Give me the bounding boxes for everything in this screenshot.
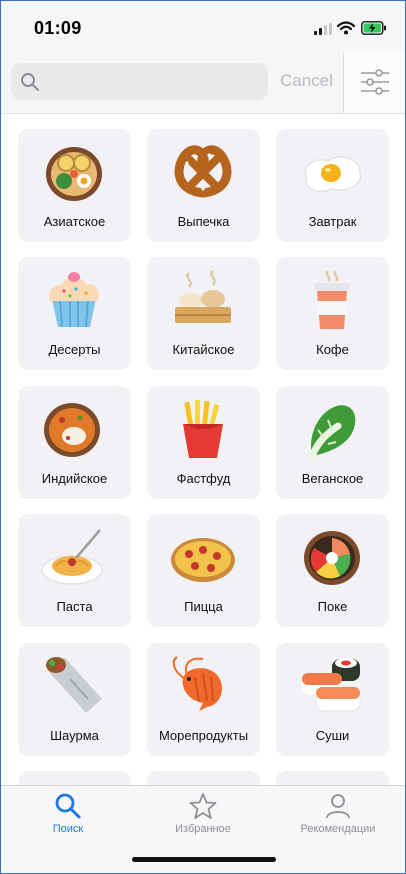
category-tile-seafood[interactable]: Морепродукты [147,643,260,756]
wifi-icon [337,21,355,35]
fries-icon [183,400,223,458]
cupcake-icon [49,272,99,328]
category-tile-indian[interactable]: Индийское [18,386,131,499]
category-tile-pizza[interactable]: Пицца [147,514,260,627]
tab-favorites[interactable]: Избранное [136,786,270,846]
sushi-icon [302,658,361,712]
app-screen: 01:09 Cancel Азиатское Выпечка Завтрак Д… [0,0,406,874]
sliders-icon [361,69,389,95]
category-tile-partial[interactable] [147,771,260,785]
category-tile-shawarma[interactable]: Шаурма [18,643,131,756]
category-tile-vegan[interactable]: Веганское [276,386,389,499]
search-field[interactable] [11,63,268,100]
search-icon [55,793,81,819]
category-label: Морепродукты [158,728,249,743]
cancel-button[interactable]: Cancel [280,71,333,91]
poke-bowl-icon [304,531,360,585]
tab-label: Рекомендации [300,823,376,835]
category-label: Выпечка [177,214,230,229]
curry-bowl-icon [44,403,100,457]
category-tile-sushi[interactable]: Суши [276,643,389,756]
filter-button[interactable] [343,53,405,113]
cabbage-icon [308,405,356,460]
category-label: Фастфуд [176,471,231,486]
category-tile-chinese[interactable]: Китайское [147,257,260,370]
category-label: Паста [56,599,93,614]
category-tile-coffee[interactable]: Кофе [276,257,389,370]
category-tile-desserts[interactable]: Десерты [18,257,131,370]
cellular-signal-icon [314,23,332,35]
category-tile-partial[interactable] [18,771,131,785]
shrimp-icon [172,656,222,711]
category-label: Веганское [301,471,364,486]
category-grid: Азиатское Выпечка Завтрак Десерты Китайс… [1,114,405,785]
battery-charging-icon [361,21,386,35]
category-label: Десерты [48,342,101,357]
category-label: Китайское [172,342,235,357]
category-label: Индийское [41,471,108,486]
category-label: Кофе [316,342,349,357]
tab-recommendations[interactable]: Рекомендации [271,786,405,846]
category-label: Пицца [184,599,223,614]
person-icon [326,794,350,819]
pretzel-icon [174,145,232,198]
category-tile-breakfast[interactable]: Завтрак [276,129,389,242]
category-tile-poke[interactable]: Поке [276,514,389,627]
category-tile-asian[interactable]: Азиатское [18,129,131,242]
category-tile-bakery[interactable]: Выпечка [147,129,260,242]
search-bar: Cancel [1,53,405,114]
category-label: Завтрак [308,214,357,229]
tab-label: Избранное [175,823,231,835]
asian-bowl-icon [46,147,102,201]
category-tile-pasta[interactable]: Паста [18,514,131,627]
category-tile-partial[interactable] [276,771,389,785]
search-icon [21,73,39,91]
dim-sum-icon [175,269,231,323]
pizza-icon [171,538,235,582]
category-label: Поке [317,599,348,614]
fried-egg-icon [304,156,362,193]
status-time: 01:09 [34,18,82,38]
status-bar: 01:09 [1,1,405,53]
home-indicator [132,857,276,862]
search-input[interactable] [47,67,265,97]
category-label: Суши [315,728,350,743]
coffee-cup-icon [314,270,350,329]
category-label: Шаурма [50,728,99,743]
star-icon [189,793,217,819]
tab-search[interactable]: Поиск [1,786,135,846]
tab-label: Поиск [52,823,84,835]
category-label: Азиатское [43,214,106,229]
category-tile-fastfood[interactable]: Фастфуд [147,386,260,499]
shawarma-icon [46,657,102,713]
pasta-plate-icon [41,529,103,585]
